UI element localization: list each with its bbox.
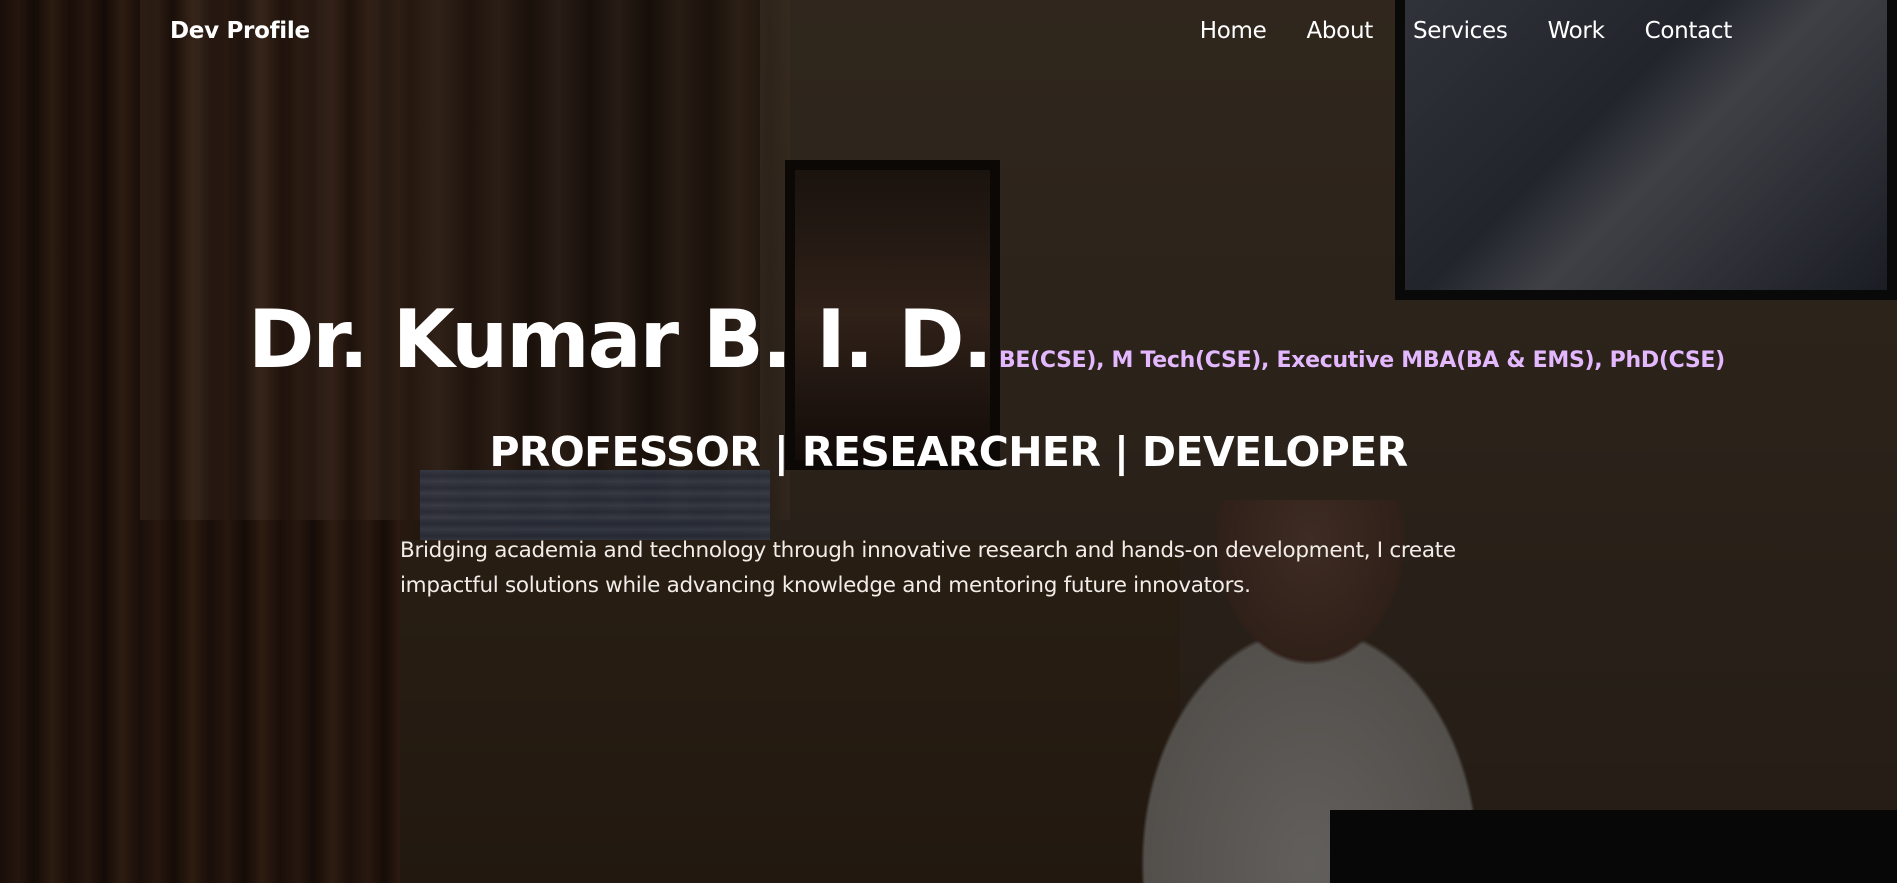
profile-roles: PROFESSOR | RESEARCHER | DEVELOPER [489,428,1408,476]
nav-item-work: Work [1548,18,1605,44]
brand-logo-link[interactable]: Dev Profile [170,18,310,44]
profile-name: Dr. Kumar B. I. D. [248,293,993,386]
nav-link-work[interactable]: Work [1548,18,1605,44]
profile-degrees: BE(CSE), M Tech(CSE), Executive MBA(BA &… [998,348,1725,373]
nav-item-contact: Contact [1645,18,1733,44]
top-navigation: Dev Profile Home About Services Work Con… [0,0,1897,68]
nav-link-home[interactable]: Home [1200,18,1267,44]
nav-item-services: Services [1413,18,1508,44]
nav-link-contact[interactable]: Contact [1645,18,1733,44]
nav-menu: Home About Services Work Contact [1200,18,1733,44]
nav-item-home: Home [1200,18,1267,44]
hero-section: Dev Profile Home About Services Work Con… [0,0,1897,883]
profile-tagline: Bridging academia and technology through… [400,538,1456,598]
nav-link-services[interactable]: Services [1413,18,1508,44]
hero-content: Dr. Kumar B. I. D. BE(CSE), M Tech(CSE),… [0,0,1897,883]
nav-link-about[interactable]: About [1306,18,1373,44]
nav-item-about: About [1306,18,1373,44]
name-heading-line: Dr. Kumar B. I. D. BE(CSE), M Tech(CSE),… [248,300,1725,380]
